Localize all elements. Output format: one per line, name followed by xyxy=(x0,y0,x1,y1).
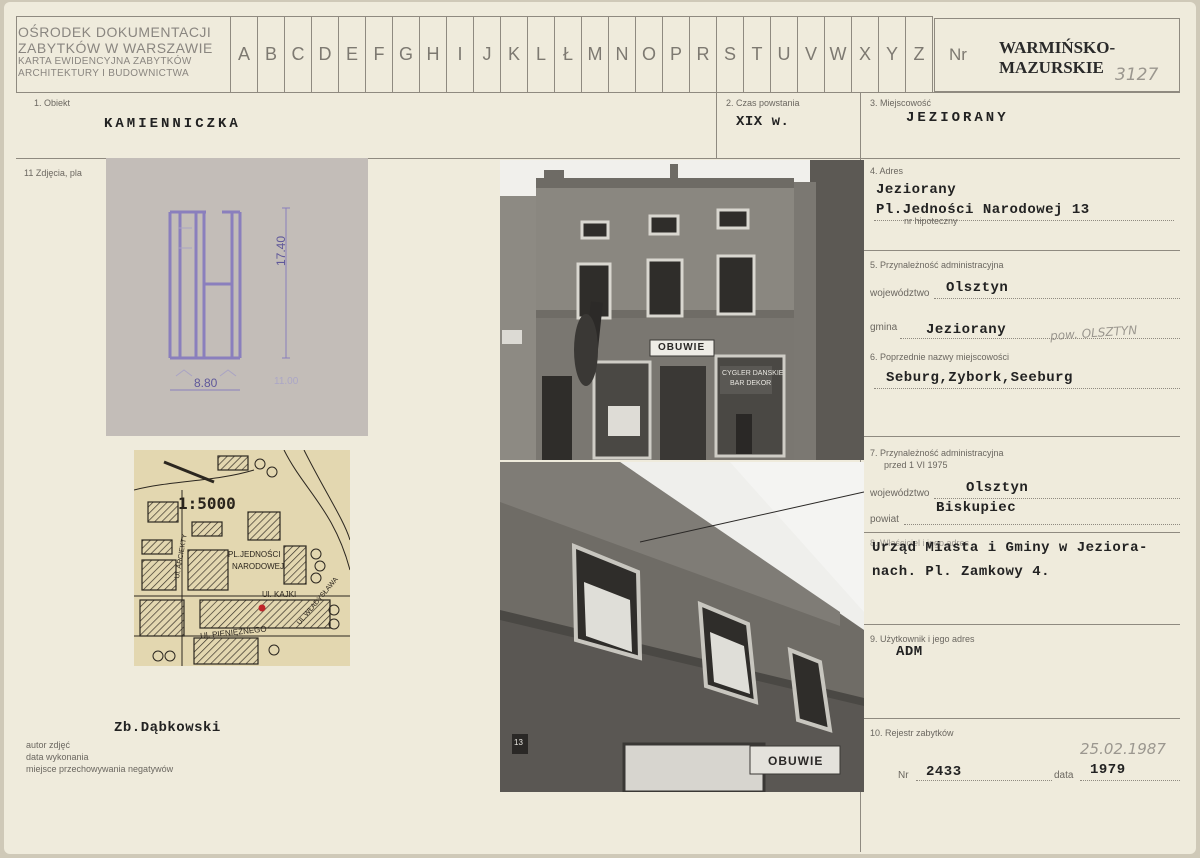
map-street-2: NARODOWEJ xyxy=(232,562,284,571)
floor-plan-sketch: 17.40 8.80 11.00 xyxy=(106,158,368,436)
index-letter: N xyxy=(608,16,635,92)
adres-label: 4. Adres xyxy=(870,166,904,176)
poprzednie-label: 6. Poprzednie nazwy miejscowości xyxy=(870,352,1010,362)
index-letter: F xyxy=(365,16,392,92)
przynaleznosc2-sub: przed 1 VI 1975 xyxy=(884,460,948,470)
rejestr-label: 10. Rejestr zabytków xyxy=(870,728,954,738)
index-letter: B xyxy=(257,16,284,92)
plan-height-label: 17.40 xyxy=(274,235,288,266)
index-letter: W xyxy=(824,16,851,92)
wojewodztwo-value: Olsztyn xyxy=(946,280,1009,296)
zdjecia-label: 11 Zdjęcia, pla xyxy=(24,168,82,178)
index-letter: T xyxy=(743,16,770,92)
location-map: 1:5000 PL.JEDNOŚCI NARODOWEJ Ul. KAJKI U… xyxy=(133,449,351,666)
poprzednie-value: Seburg,Zybork,Seeburg xyxy=(886,370,1073,386)
przynaleznosc2-label: 7. Przynależność administracyjna xyxy=(870,448,1004,458)
shop-sign-2: OBUWIE xyxy=(768,754,824,768)
register-number-box: Nr WARMIŃSKO- MAZURSKIE 3127 xyxy=(934,18,1180,92)
org-line-2: ZABYTKÓW W WARSZAWIE xyxy=(18,40,213,56)
nr-label: Nr xyxy=(949,45,967,64)
index-letter: M xyxy=(581,16,608,92)
region-line-2: MAZURSKIE xyxy=(999,58,1104,77)
czas-value: XIX w. xyxy=(736,114,790,130)
index-letter: G xyxy=(392,16,419,92)
data-wykonania-label: data wykonania xyxy=(26,752,89,762)
wojewodztwo2-label: województwo xyxy=(870,488,930,499)
index-letter: Y xyxy=(878,16,905,92)
index-letter: U xyxy=(770,16,797,92)
window-sign-line-2: BAR DEKOR xyxy=(730,380,772,387)
index-letter: C xyxy=(284,16,311,92)
organization-name: OŚRODEK DOKUMENTACJI ZABYTKÓW W WARSZAWI… xyxy=(18,24,228,80)
index-letter: H xyxy=(419,16,446,92)
index-letter: A xyxy=(230,16,257,92)
index-letter: R xyxy=(689,16,716,92)
org-line-4: ARCHITEKTURY I BUDOWNICTWA xyxy=(18,68,189,79)
window-sign-line-1: CYGLER DANSKIE xyxy=(722,370,784,377)
index-letter: J xyxy=(473,16,500,92)
region-name: WARMIŃSKO- MAZURSKIE xyxy=(999,38,1115,78)
detail-photo-drawing xyxy=(500,462,864,792)
rejestr-data-value: 1979 xyxy=(1090,762,1126,778)
house-number: 13 xyxy=(514,738,523,747)
index-letter: Z xyxy=(905,16,932,92)
hipoteczny-label: nr hipoteczny xyxy=(904,216,958,226)
map-street-3: Ul. KAJKI xyxy=(262,590,297,599)
miejscowosc-label: 3. Miejscowość xyxy=(870,98,932,108)
detail-photo: OBUWIE 13 xyxy=(500,462,864,792)
record-card: OŚRODEK DOKUMENTACJI ZABYTKÓW W WARSZAWI… xyxy=(4,2,1196,854)
powiat-label: powiat xyxy=(870,514,899,525)
czas-label: 2. Czas powstania xyxy=(726,98,800,108)
shop-sign: OBUWIE xyxy=(658,342,706,353)
rejestr-nr-label: Nr xyxy=(898,770,909,781)
region-line-1: WARMIŃSKO- xyxy=(999,38,1116,57)
wlasciciel-line-2: nach. Pl. Zamkowy 4. xyxy=(872,564,1051,580)
uzytkownik-label: 9. Użytkownik i jego adres xyxy=(870,634,975,644)
org-line-1: OŚRODEK DOKUMENTACJI xyxy=(18,24,212,40)
adres-line-1: Jeziorany xyxy=(876,182,957,198)
org-line-3: KARTA EWIDENCYJNA ZABYTKÓW xyxy=(18,56,192,67)
index-letter: V xyxy=(797,16,824,92)
index-letter: K xyxy=(500,16,527,92)
autor-label: autor zdjęć xyxy=(26,740,71,750)
powiat-value: Biskupiec xyxy=(936,500,1017,516)
wlasciciel-line-1: Urząd Miasta i Gminy w Jeziora- xyxy=(872,540,1148,556)
rejestr-handwritten-date: 25.02.1987 xyxy=(1080,740,1166,758)
miejscowosc-value: JEZIORANY xyxy=(906,110,1009,126)
wojewodztwo2-value: Olsztyn xyxy=(966,480,1029,496)
wojewodztwo-label: województwo xyxy=(870,288,930,299)
index-letter: L xyxy=(527,16,554,92)
gmina-handwritten-note: pow. OLSZTYN xyxy=(1049,322,1138,344)
index-letter: E xyxy=(338,16,365,92)
rejestr-nr-value: 2433 xyxy=(926,764,962,780)
alphabet-index: ABCDEFGHIJKLŁMNOPRSTUVWXYZ xyxy=(230,16,932,92)
przynaleznosc-label: 5. Przynależność administracyjna xyxy=(870,260,1004,270)
autor-value: Zb.Dąbkowski xyxy=(114,720,221,736)
region-number: 3127 xyxy=(1115,65,1159,85)
index-letter: X xyxy=(851,16,878,92)
facade-photo-drawing xyxy=(500,160,864,460)
rejestr-data-label: data xyxy=(1054,770,1074,781)
floor-plan-drawing xyxy=(168,207,290,391)
index-letter: P xyxy=(662,16,689,92)
plan-faint-label: 11.00 xyxy=(274,376,299,387)
map-street-1: PL.JEDNOŚCI xyxy=(228,550,281,559)
index-letter: S xyxy=(716,16,743,92)
plan-width-label: 8.80 xyxy=(194,376,218,390)
miejsce-przechowywania-label: miejsce przechowywania negatywów xyxy=(26,764,174,774)
gmina-label: gmina xyxy=(870,322,898,333)
obiekt-value: KAMIENNICZKA xyxy=(104,116,241,132)
index-letter: O xyxy=(635,16,662,92)
obiekt-label: 1. Obiekt xyxy=(34,98,71,108)
index-letter: Ł xyxy=(554,16,581,92)
index-letter: D xyxy=(311,16,338,92)
index-letter: I xyxy=(446,16,473,92)
gmina-value: Jeziorany xyxy=(926,322,1007,338)
facade-photo: OBUWIE CYGLER DANSKIE BAR DEKOR xyxy=(500,160,864,460)
map-scale: 1:5000 xyxy=(178,494,236,513)
uzytkownik-value: ADM xyxy=(896,644,923,660)
